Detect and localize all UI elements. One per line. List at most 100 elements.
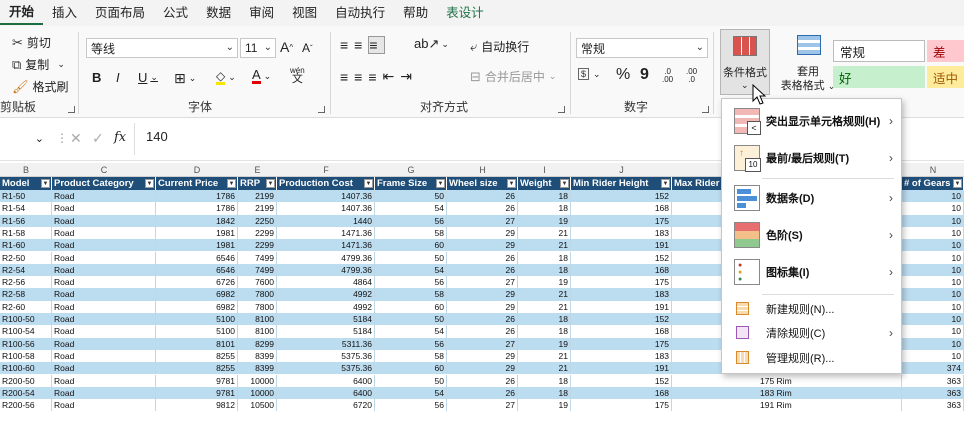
table-cell[interactable]: R100-50 xyxy=(0,313,52,326)
increase-decimal-button[interactable]: .0.00 xyxy=(662,68,673,84)
table-cell[interactable]: R200-50 xyxy=(0,374,52,387)
table-cell[interactable]: 4992 xyxy=(277,288,375,301)
table-cell[interactable]: R100-58 xyxy=(0,349,52,363)
table-cell[interactable]: 26 xyxy=(447,386,518,400)
table-cell[interactable]: Road xyxy=(52,313,156,326)
table-cell[interactable]: Road xyxy=(52,399,156,412)
tab-home[interactable]: 开始 xyxy=(0,1,44,25)
table-cell[interactable]: 1786 xyxy=(156,190,238,203)
table-cell[interactable]: 2299 xyxy=(238,239,277,252)
column-header[interactable]: F xyxy=(277,163,375,177)
table-cell[interactable]: 10 xyxy=(902,226,964,240)
table-cell[interactable]: 10 xyxy=(902,276,964,289)
table-cell[interactable]: R1-50 xyxy=(0,190,52,203)
table-cell[interactable]: 27 xyxy=(447,399,518,412)
table-cell[interactable]: 18 xyxy=(518,374,571,387)
table-cell[interactable]: 26 xyxy=(447,190,518,203)
filter-dropdown-icon[interactable]: ▼ xyxy=(560,179,569,188)
table-cell[interactable]: 1842 xyxy=(156,214,238,227)
table-cell[interactable]: 29 xyxy=(447,226,518,240)
tab-help[interactable]: 帮助 xyxy=(394,0,437,26)
font-name-select[interactable]: 等线 ⌄ xyxy=(86,38,238,58)
table-cell[interactable]: 175 xyxy=(571,214,672,227)
column-header[interactable]: N xyxy=(902,163,964,177)
wrap-text-button[interactable]: ⤶ 自动换行 xyxy=(470,38,529,55)
table-cell[interactable]: R2-60 xyxy=(0,300,52,313)
table-cell[interactable]: R1-58 xyxy=(0,226,52,240)
table-cell[interactable]: R100-60 xyxy=(0,362,52,375)
table-cell[interactable]: 21 xyxy=(518,226,571,240)
function-icon[interactable]: fx xyxy=(114,130,126,145)
table-cell[interactable]: Road xyxy=(52,325,156,338)
table-cell[interactable]: 7800 xyxy=(238,300,277,313)
decrease-font-button[interactable]: Aˇ xyxy=(302,41,313,55)
filter-dropdown-icon[interactable]: ▼ xyxy=(661,179,670,188)
table-cell[interactable]: 18 xyxy=(518,263,571,277)
table-cell[interactable]: 29 xyxy=(447,288,518,301)
table-cell[interactable]: 183 xyxy=(571,226,672,240)
filter-dropdown-icon[interactable]: ▼ xyxy=(145,179,154,188)
horizontal-align-buttons[interactable]: ≡ ≡ ≡ ⇤ ⇥ xyxy=(340,68,418,85)
table-cell[interactable]: 175 xyxy=(571,337,672,350)
table-cell[interactable]: 21 xyxy=(518,239,571,252)
filter-dropdown-icon[interactable]: ▼ xyxy=(41,179,50,188)
table-cell[interactable]: 183 xyxy=(571,349,672,363)
column-header[interactable]: B xyxy=(0,163,52,177)
table-cell[interactable]: 5375.36 xyxy=(277,362,375,375)
column-header-cell[interactable]: # of Gears ▼ xyxy=(902,177,964,190)
table-cell[interactable]: 50 xyxy=(375,251,447,264)
table-cell[interactable]: 26 xyxy=(447,313,518,326)
table-cell[interactable]: 183 xyxy=(571,288,672,301)
table-cell[interactable]: 10000 xyxy=(238,386,277,400)
clipboard-launcher-icon[interactable] xyxy=(68,106,75,113)
table-cell[interactable]: 19 xyxy=(518,337,571,350)
table-cell[interactable]: 4799.36 xyxy=(277,251,375,264)
table-cell[interactable]: 7800 xyxy=(238,288,277,301)
table-cell[interactable]: 1407.36 xyxy=(277,202,375,215)
column-header-cell[interactable]: Product Category ▼ xyxy=(52,177,156,190)
cancel-icon[interactable]: ✕ xyxy=(70,130,82,147)
filter-dropdown-icon[interactable]: ▼ xyxy=(364,179,373,188)
table-cell[interactable]: 152 xyxy=(571,251,672,264)
table-cell[interactable]: Road xyxy=(52,362,156,375)
table-cell[interactable]: 175 Rim xyxy=(672,374,902,387)
table-cell[interactable]: 8399 xyxy=(238,349,277,363)
table-cell[interactable]: 363 xyxy=(902,386,964,400)
table-cell[interactable]: 19 xyxy=(518,276,571,289)
format-painter-button[interactable]: 🖌 格式刷 xyxy=(12,78,69,95)
table-cell[interactable]: 58 xyxy=(375,349,447,363)
column-header-cell[interactable]: RRP ▼ xyxy=(238,177,277,190)
table-cell[interactable]: 6546 xyxy=(156,251,238,264)
table-cell[interactable]: 152 xyxy=(571,374,672,387)
table-cell[interactable]: 191 Rim xyxy=(672,399,902,412)
tab-review[interactable]: 审阅 xyxy=(240,0,283,26)
table-cell[interactable]: Road xyxy=(52,251,156,264)
column-header-cell[interactable]: Current Price ▼ xyxy=(156,177,238,190)
font-size-select[interactable]: 11 ⌄ xyxy=(240,38,276,58)
style-normal[interactable]: 常规 xyxy=(833,40,925,62)
table-cell[interactable]: 56 xyxy=(375,276,447,289)
confirm-icon[interactable]: ✓ xyxy=(92,130,104,147)
table-cell[interactable]: 168 xyxy=(571,263,672,277)
table-cell[interactable]: 7499 xyxy=(238,251,277,264)
bold-button[interactable]: B xyxy=(92,70,101,85)
table-cell[interactable]: 8255 xyxy=(156,362,238,375)
table-cell[interactable]: R200-56 xyxy=(0,399,52,412)
table-cell[interactable]: 54 xyxy=(375,202,447,215)
table-cell[interactable]: 9812 xyxy=(156,399,238,412)
table-cell[interactable]: 6546 xyxy=(156,263,238,277)
style-good[interactable]: 好 xyxy=(833,66,925,88)
table-cell[interactable]: 58 xyxy=(375,226,447,240)
style-neutral[interactable]: 适中 xyxy=(927,66,964,88)
table-cell[interactable]: 18 xyxy=(518,190,571,203)
table-cell[interactable]: Road xyxy=(52,263,156,277)
column-header[interactable]: H xyxy=(447,163,518,177)
table-cell[interactable]: Road xyxy=(52,190,156,203)
table-cell[interactable]: 191 xyxy=(571,300,672,313)
percent-button[interactable]: % xyxy=(616,66,630,84)
font-color-button[interactable]: A ⌄ xyxy=(252,68,271,84)
table-cell[interactable]: R2-56 xyxy=(0,276,52,289)
table-cell[interactable]: 29 xyxy=(447,362,518,375)
table-cell[interactable]: 8100 xyxy=(238,325,277,338)
table-cell[interactable]: R1-56 xyxy=(0,214,52,227)
